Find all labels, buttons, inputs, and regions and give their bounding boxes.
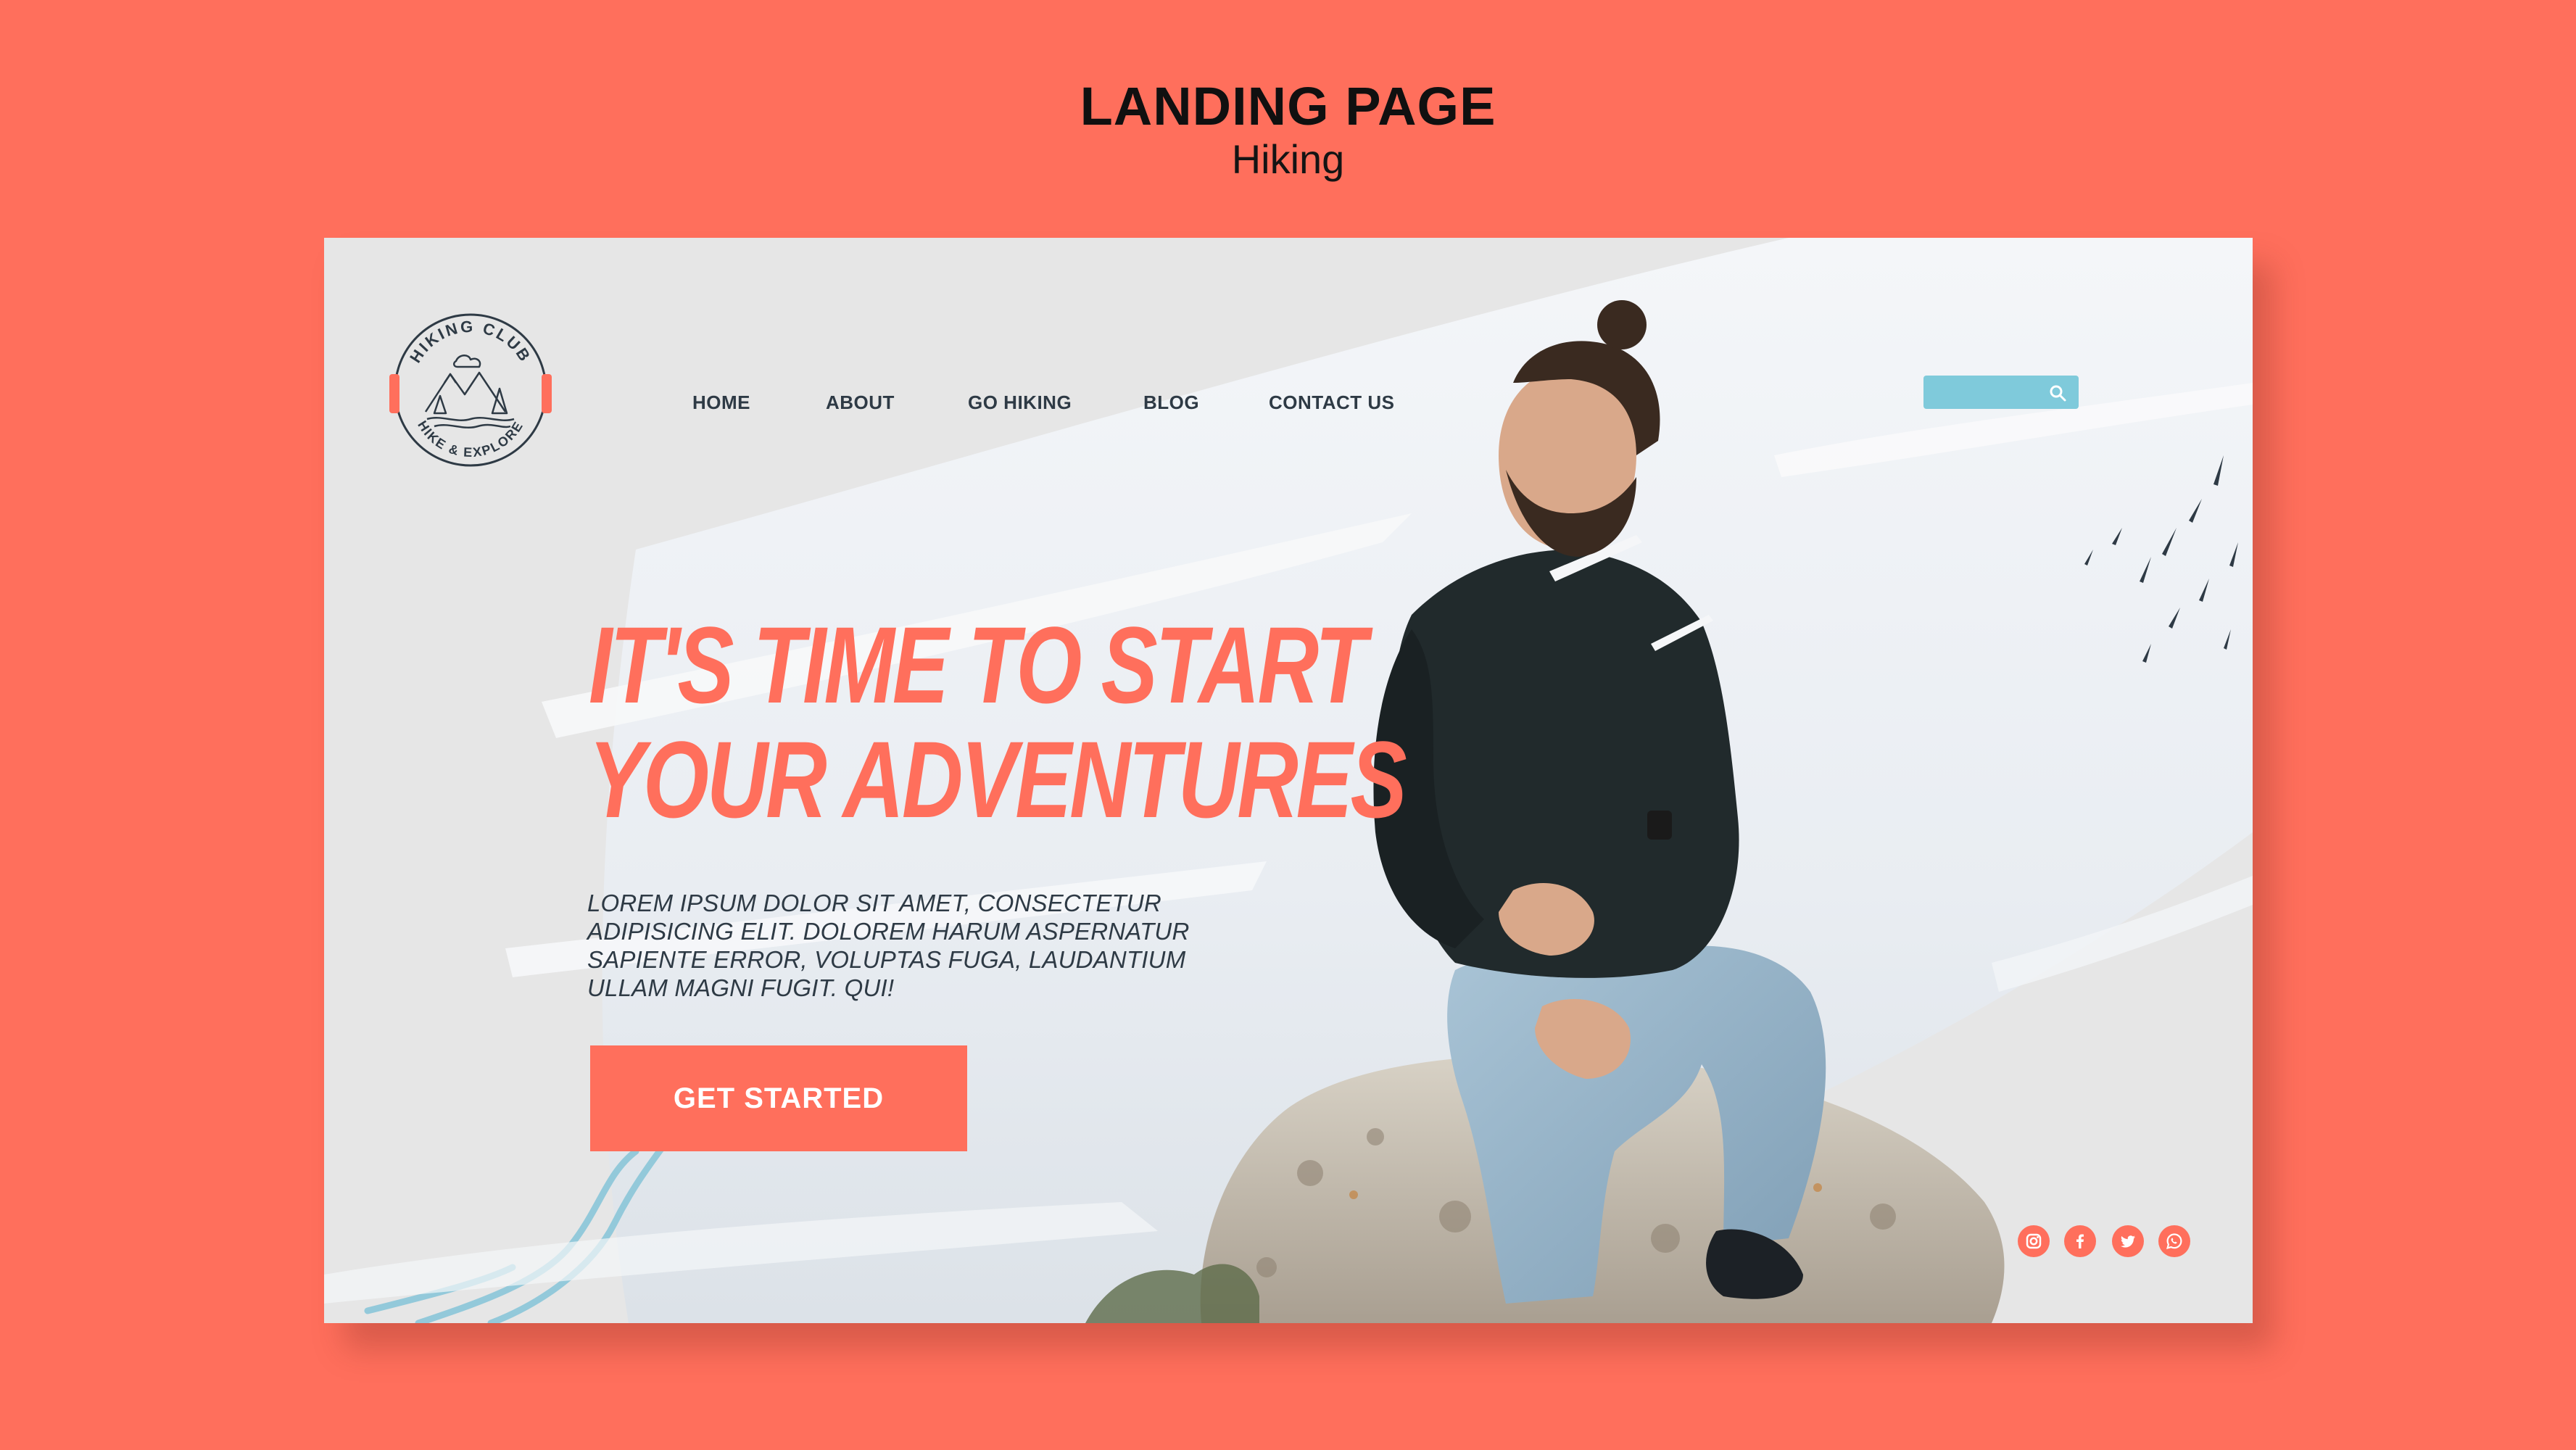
nav-item-go-hiking[interactable]: GO HIKING <box>968 392 1072 414</box>
hiking-club-logo[interactable]: HIKING CLUB HIKE & EXPLORE <box>384 303 558 477</box>
nav-item-contact-us[interactable]: CONTACT US <box>1269 392 1395 414</box>
whatsapp-icon[interactable] <box>2158 1225 2190 1257</box>
hero-headline-line-2: YOUR ADVENTURES <box>589 718 1407 840</box>
page-heading-subtitle: Hiking <box>1231 136 1345 182</box>
page-heading-title: LANDING PAGE <box>1080 76 1496 136</box>
landing-page-mockup: HIKING CLUB HIKE & EXPLORE HOME ABOUT GO… <box>324 238 2253 1323</box>
get-started-button[interactable]: GET STARTED <box>590 1045 967 1151</box>
nav-item-home[interactable]: HOME <box>692 392 750 414</box>
instagram-icon[interactable] <box>2018 1225 2050 1257</box>
search-icon[interactable] <box>2047 383 2068 403</box>
hero-headline-line-1: IT'S TIME TO START <box>589 604 1367 726</box>
hero-headline: IT'S TIME TO START YOUR ADVENTURES <box>589 604 1407 840</box>
nav-item-about[interactable]: ABOUT <box>826 392 895 414</box>
hero-body-text: LOREM IPSUM DOLOR SIT AMET, CONSECTETUR … <box>587 890 1190 1001</box>
facebook-icon[interactable] <box>2064 1225 2096 1257</box>
nav-item-blog[interactable]: BLOG <box>1143 392 1199 414</box>
twitter-icon[interactable] <box>2112 1225 2144 1257</box>
